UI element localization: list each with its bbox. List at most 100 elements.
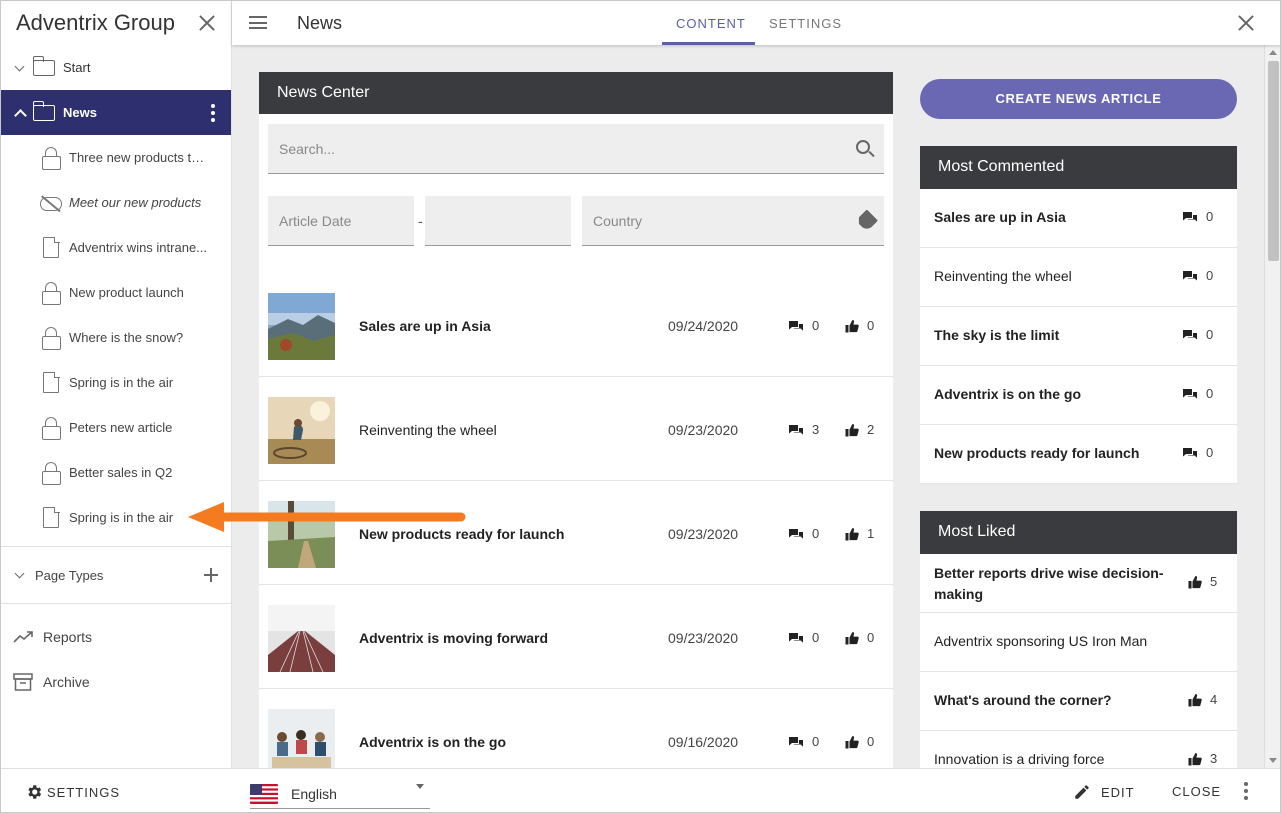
item-title[interactable]: Adventrix is on the go [934, 386, 1081, 402]
scroll-down-arrow[interactable] [1269, 758, 1277, 763]
pencil-icon [1075, 785, 1089, 799]
article-thumbnail[interactable] [268, 501, 335, 568]
article-thumbnail[interactable] [268, 709, 335, 768]
tree-item-news[interactable]: News [1, 90, 231, 135]
more-options-icon[interactable] [211, 103, 215, 122]
most-commented-list: Sales are up in Asia 0 Reinventing the whe… [920, 189, 1237, 484]
most-liked-title: Most Liked [920, 511, 1237, 554]
comment-count: 0 [1182, 268, 1213, 283]
country-placeholder: Country [593, 213, 643, 229]
like-count: 0 [845, 318, 874, 333]
tab-settings[interactable]: SETTINGS [769, 16, 842, 31]
comment-count-value: 0 [1206, 386, 1214, 401]
page-icon [43, 371, 60, 393]
create-news-article-button[interactable]: CREATE NEWS ARTICLE [920, 79, 1237, 119]
chevron-up-icon[interactable] [15, 108, 25, 118]
item-title[interactable]: Innovation is a driving force [934, 751, 1104, 767]
article-title[interactable]: Adventrix is on the go [359, 734, 506, 750]
page-icon [43, 506, 60, 528]
item-title[interactable]: The sky is the limit [934, 327, 1059, 343]
add-page-type-icon[interactable] [204, 568, 218, 582]
search-input[interactable]: Search... [268, 124, 884, 174]
article-row[interactable]: New products ready for launch 09/23/2020 0… [259, 481, 893, 585]
most-liked-item[interactable]: Innovation is a driving force 3 [920, 731, 1237, 768]
most-commented-item[interactable]: The sky is the limit 0 [920, 307, 1237, 366]
like-count-value: 4 [1210, 692, 1218, 707]
close-sidebar-icon[interactable] [198, 14, 216, 32]
article-thumbnail[interactable] [268, 605, 335, 673]
scroll-up-arrow[interactable] [1269, 50, 1277, 55]
item-title[interactable]: Sales are up in Asia [934, 209, 1066, 225]
most-liked-panel: Most Liked Better reports drive wise dec… [920, 511, 1237, 768]
vertical-scrollbar[interactable] [1264, 45, 1280, 768]
article-title[interactable]: New products ready for launch [359, 526, 564, 542]
settings-button[interactable]: SETTINGS [25, 783, 120, 801]
article-title[interactable]: Sales are up in Asia [359, 318, 491, 334]
article-row[interactable]: Adventrix is moving forward 09/23/2020 0 0 [259, 585, 893, 689]
tree-item-child[interactable]: Where is the snow? [1, 315, 231, 360]
comment-count-value: 0 [1206, 209, 1214, 224]
comments-icon [1182, 447, 1198, 459]
country-field[interactable]: Country [582, 196, 884, 246]
tree-item-page-types[interactable]: Page Types [1, 547, 231, 603]
article-title[interactable]: Reinventing the wheel [359, 422, 497, 438]
more-options-icon[interactable] [1244, 782, 1248, 800]
nav-item-reports[interactable]: Reports [1, 614, 231, 659]
nav-item-archive[interactable]: Archive [1, 659, 231, 704]
chevron-down-icon[interactable] [15, 570, 25, 580]
top-bar: News CONTENT SETTINGS [232, 1, 1280, 45]
tree-item-child[interactable]: Spring is in the air [1, 360, 231, 405]
tree-item-child[interactable]: Better sales in Q2 [1, 450, 231, 495]
tag-icon[interactable] [856, 209, 879, 232]
tree-item-child[interactable]: Peters new article [1, 405, 231, 450]
lock-icon [41, 326, 61, 350]
comments-icon [788, 632, 804, 644]
tree-item-child[interactable]: Meet our new products [1, 180, 231, 225]
lock-icon [41, 146, 61, 170]
article-thumbnail[interactable] [268, 293, 335, 360]
tab-content[interactable]: CONTENT [676, 16, 746, 31]
article-date-from-field[interactable]: Article Date [268, 196, 414, 246]
tree-item-child[interactable]: Three new products to... [1, 135, 231, 180]
sidebar: Adventrix Group Start News Three new pro… [1, 1, 232, 768]
like-count: 4 [1188, 692, 1217, 707]
item-title[interactable]: Reinventing the wheel [934, 268, 1072, 284]
comments-icon [1182, 329, 1198, 341]
article-thumbnail[interactable] [268, 397, 335, 464]
language-select[interactable]: English [250, 779, 430, 809]
close-button[interactable]: CLOSE [1172, 784, 1221, 799]
tree-item-child[interactable]: New product launch [1, 270, 231, 315]
thumbs-up-icon [845, 319, 859, 333]
article-row[interactable]: Adventrix is on the go 09/16/2020 0 0 [259, 689, 893, 768]
article-row[interactable]: Sales are up in Asia 09/24/2020 0 0 [259, 273, 893, 377]
like-count: 0 [845, 734, 874, 749]
article-date-to-field[interactable] [425, 196, 571, 246]
item-title[interactable]: New products ready for launch [934, 445, 1139, 461]
article-title[interactable]: Adventrix is moving forward [359, 630, 548, 646]
item-title[interactable]: What's around the corner? [934, 692, 1112, 708]
most-liked-item[interactable]: What's around the corner? 4 [920, 672, 1237, 731]
edit-button[interactable]: EDIT [1073, 783, 1135, 801]
dropdown-arrow-icon[interactable] [416, 784, 424, 789]
most-commented-item[interactable]: Reinventing the wheel 0 [920, 248, 1237, 307]
close-icon[interactable] [1237, 14, 1255, 32]
most-commented-item[interactable]: Adventrix is on the go 0 [920, 366, 1237, 425]
most-liked-item[interactable]: Better reports drive wise decision-makin… [920, 554, 1237, 613]
comment-count: 0 [1182, 386, 1213, 401]
menu-icon[interactable] [249, 16, 267, 29]
tree-item-child[interactable]: Adventrix wins intrane... [1, 225, 231, 270]
item-title[interactable]: Better reports drive wise decision-makin… [934, 563, 1164, 605]
chevron-down-icon[interactable] [15, 63, 25, 73]
news-children-list: Three new products to... Meet our new pro… [1, 135, 231, 540]
item-title[interactable]: Adventrix sponsoring US Iron Man [934, 633, 1147, 649]
most-commented-item[interactable]: New products ready for launch 0 [920, 425, 1237, 484]
scroll-thumb[interactable] [1268, 61, 1279, 261]
article-row[interactable]: Reinventing the wheel 09/23/2020 3 2 [259, 377, 893, 481]
tree-item-start[interactable]: Start [1, 45, 231, 90]
search-icon[interactable] [856, 140, 870, 154]
tree-item-child[interactable]: Spring is in the air [1, 495, 231, 540]
comments-icon [788, 736, 804, 748]
most-liked-item[interactable]: Adventrix sponsoring US Iron Man [920, 613, 1237, 672]
most-commented-item[interactable]: Sales are up in Asia 0 [920, 189, 1237, 248]
language-value: English [291, 785, 337, 802]
